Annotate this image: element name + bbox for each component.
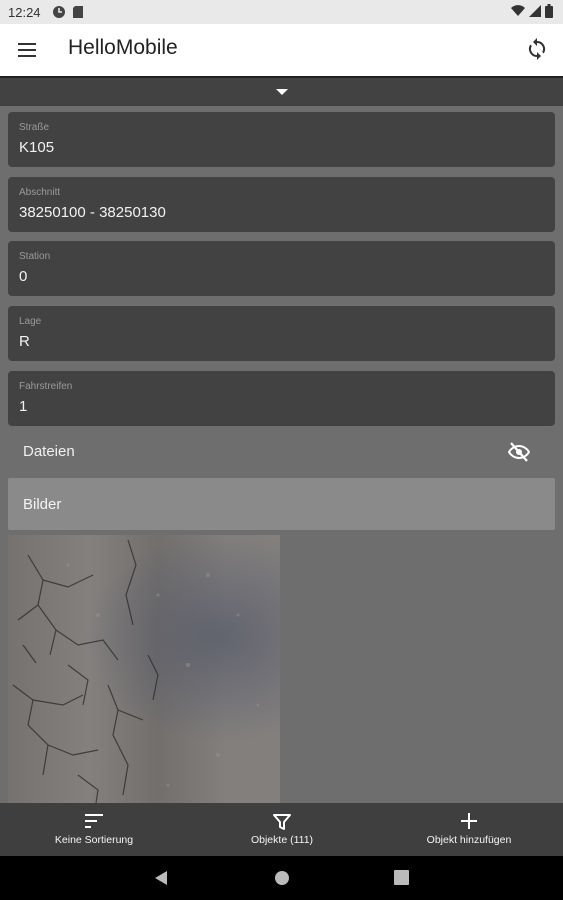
- strasse-label: Straße: [19, 122, 50, 133]
- back-icon[interactable]: [154, 870, 168, 891]
- filter-icon: [273, 814, 291, 830]
- fahrstreifen-field[interactable]: Fahrstreifen 1: [8, 371, 555, 426]
- app-title: HelloMobile: [68, 36, 178, 59]
- visibility-off-icon[interactable]: [507, 440, 531, 464]
- lage-value: R: [19, 333, 30, 350]
- add-icon: [461, 813, 477, 829]
- add-object-label: Objekt hinzufügen: [426, 834, 512, 846]
- filter-button[interactable]: Objekte (111): [192, 803, 372, 856]
- home-icon[interactable]: [274, 870, 290, 891]
- bottom-action-bar: Keine Sortierung Objekte (111) Objekt hi…: [0, 803, 563, 856]
- strasse-field[interactable]: Straße K105: [8, 112, 555, 167]
- asphalt-photo[interactable]: [8, 535, 280, 803]
- recents-icon[interactable]: [394, 870, 409, 890]
- station-field[interactable]: Station 0: [8, 241, 555, 296]
- system-nav-bar: [0, 856, 563, 900]
- sort-icon: [85, 814, 103, 828]
- strasse-value: K105: [19, 139, 55, 156]
- bilder-label: Bilder: [23, 496, 62, 513]
- data-saver-icon: [52, 5, 66, 22]
- filter-label: Objekte (111): [250, 834, 314, 846]
- sort-label: Keine Sortierung: [54, 834, 134, 846]
- dateien-label: Dateien: [23, 443, 75, 460]
- caret-down-icon: [276, 89, 288, 95]
- signal-icon: [529, 5, 541, 20]
- station-label: Station: [19, 251, 51, 262]
- collapse-bar[interactable]: [0, 78, 563, 106]
- lage-label: Lage: [19, 316, 42, 327]
- menu-icon[interactable]: [16, 40, 38, 60]
- battery-icon: [545, 4, 553, 21]
- wifi-icon: [511, 5, 525, 20]
- sort-button[interactable]: Keine Sortierung: [4, 803, 184, 856]
- abschnitt-value: 38250100 - 38250130: [19, 204, 166, 221]
- sd-card-icon: [72, 5, 84, 22]
- station-value: 0: [19, 268, 28, 285]
- fahrstreifen-label: Fahrstreifen: [19, 381, 73, 392]
- bilder-section[interactable]: Bilder: [8, 478, 555, 530]
- abschnitt-field[interactable]: Abschnitt 38250100 - 38250130: [8, 177, 555, 232]
- dateien-section[interactable]: Dateien: [8, 426, 555, 478]
- sync-icon[interactable]: [525, 37, 549, 61]
- fahrstreifen-value: 1: [19, 398, 28, 415]
- lage-field[interactable]: Lage R: [8, 306, 555, 361]
- abschnitt-label: Abschnitt: [19, 187, 61, 198]
- add-object-button[interactable]: Objekt hinzufügen: [379, 803, 559, 856]
- status-time: 12:24: [8, 5, 41, 20]
- status-bar: 12:24: [0, 0, 563, 24]
- app-bar: HelloMobile: [0, 24, 563, 78]
